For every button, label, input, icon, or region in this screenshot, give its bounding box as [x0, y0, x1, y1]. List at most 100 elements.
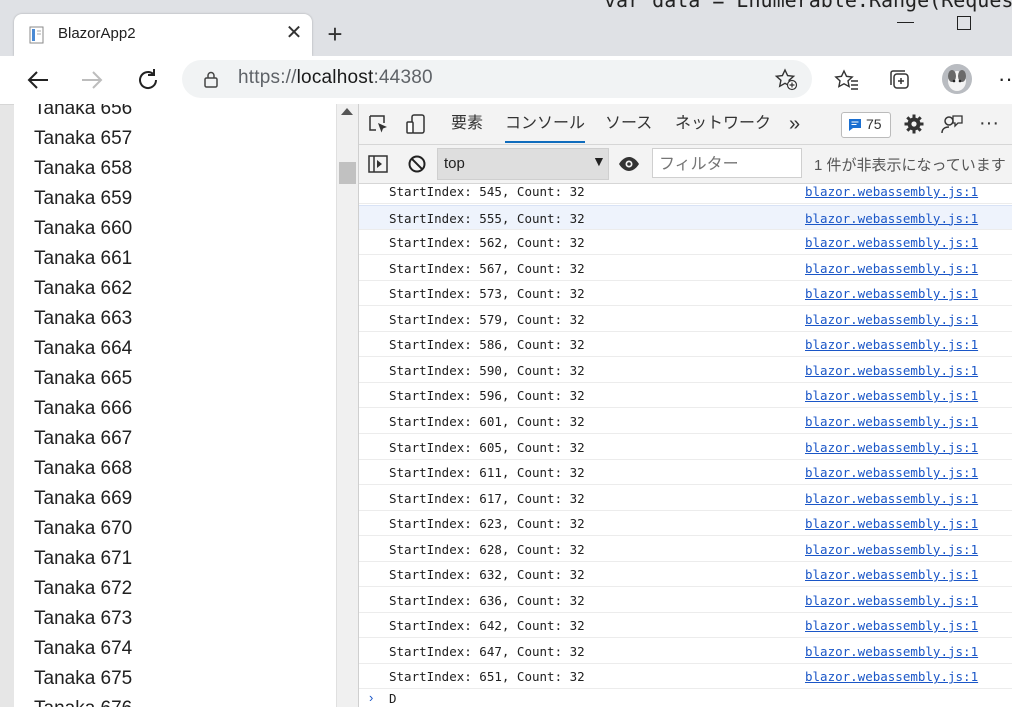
list-item: Tanaka 660	[34, 218, 133, 239]
log-message: StartIndex: 632, Count: 32	[389, 567, 585, 583]
issues-badge[interactable]: 75	[841, 112, 891, 138]
devtools-menu-icon[interactable]: ···	[979, 112, 999, 135]
console-log-row[interactable]: StartIndex: 601, Count: 32 blazor.webasse…	[359, 409, 1012, 434]
log-source-link[interactable]: blazor.webassembly.js:1	[805, 542, 978, 557]
collections-icon[interactable]	[888, 68, 914, 92]
forward-arrow-icon[interactable]	[76, 64, 108, 96]
list-item: Tanaka 671	[34, 548, 133, 569]
console-log-row[interactable]: StartIndex: 642, Count: 32 blazor.webasse…	[359, 613, 1012, 639]
log-source-link[interactable]: blazor.webassembly.js:1	[805, 440, 978, 455]
console-log-row[interactable]: StartIndex: 562, Count: 32 blazor.webasse…	[359, 230, 1012, 256]
log-source-link[interactable]: blazor.webassembly.js:1	[805, 618, 978, 633]
log-source-link[interactable]: blazor.webassembly.js:1	[805, 669, 978, 684]
console-log-row[interactable]: StartIndex: 545, Count: 32 blazor.webasse…	[359, 184, 1012, 204]
log-source-link[interactable]: blazor.webassembly.js:1	[805, 211, 978, 226]
console-log-row[interactable]: StartIndex: 596, Count: 32 blazor.webasse…	[359, 383, 1012, 409]
devtools-tab-bar: 要素 コンソール ソース ネットワーク » 75 ···	[359, 104, 1012, 145]
tab-network[interactable]: ネットワーク	[675, 104, 771, 144]
scroll-up-arrow-icon[interactable]	[341, 108, 353, 115]
log-source-link[interactable]: blazor.webassembly.js:1	[805, 184, 978, 199]
live-expression-eye-icon[interactable]	[617, 153, 641, 175]
clear-console-icon[interactable]	[406, 153, 428, 175]
log-source-link[interactable]: blazor.webassembly.js:1	[805, 465, 978, 480]
console-log-row[interactable]: StartIndex: 628, Count: 32 blazor.webasse…	[359, 537, 1012, 562]
list-item: Tanaka 665	[34, 368, 133, 389]
log-source-link[interactable]: blazor.webassembly.js:1	[805, 414, 978, 429]
inspect-element-icon[interactable]	[367, 113, 389, 135]
list-item: Tanaka 662	[34, 278, 133, 299]
device-emulation-icon[interactable]	[405, 113, 427, 135]
close-icon[interactable]: ✕	[282, 20, 306, 46]
tab-title: BlazorApp2	[58, 25, 136, 42]
log-source-link[interactable]: blazor.webassembly.js:1	[805, 593, 978, 608]
filter-input[interactable]	[652, 148, 802, 178]
sidebar-toggle-icon[interactable]	[367, 153, 389, 175]
list-item: Tanaka 669	[34, 488, 133, 509]
log-source-link[interactable]: blazor.webassembly.js:1	[805, 388, 978, 403]
settings-gear-icon[interactable]	[903, 113, 925, 135]
console-log-row[interactable]: StartIndex: 611, Count: 32 blazor.webasse…	[359, 460, 1012, 486]
log-source-link[interactable]: blazor.webassembly.js:1	[805, 491, 978, 506]
console-log-row[interactable]: StartIndex: 617, Count: 32 blazor.webasse…	[359, 486, 1012, 511]
console-log-row[interactable]: StartIndex: 567, Count: 32 blazor.webasse…	[359, 256, 1012, 281]
tab-sources[interactable]: ソース	[605, 104, 652, 144]
log-source-link[interactable]: blazor.webassembly.js:1	[805, 567, 978, 582]
log-source-link[interactable]: blazor.webassembly.js:1	[805, 644, 978, 659]
url-text: https://localhost:44380	[238, 67, 433, 88]
log-source-link[interactable]: blazor.webassembly.js:1	[805, 312, 978, 327]
more-tabs-button[interactable]: »	[789, 104, 800, 144]
log-message: StartIndex: 596, Count: 32	[389, 388, 585, 404]
hidden-messages-text: 1 件が非表示になっています	[814, 157, 1006, 174]
console-log-row[interactable]: StartIndex: 632, Count: 32 blazor.webasse…	[359, 562, 1012, 588]
list-item: Tanaka 676	[34, 698, 132, 707]
page-scrollbar[interactable]	[336, 104, 359, 707]
console-log-row[interactable]: StartIndex: 623, Count: 32 blazor.webasse…	[359, 511, 1012, 537]
log-message: StartIndex: 555, Count: 32	[389, 210, 585, 226]
log-source-link[interactable]: blazor.webassembly.js:1	[805, 286, 978, 301]
scroll-thumb[interactable]	[339, 162, 356, 184]
log-message: StartIndex: 617, Count: 32	[389, 490, 585, 506]
console-log-row[interactable]: StartIndex: 573, Count: 32 blazor.webasse…	[359, 281, 1012, 307]
new-tab-button[interactable]: +	[322, 20, 348, 48]
avatar[interactable]	[942, 64, 972, 94]
feedback-icon[interactable]	[941, 113, 963, 135]
minimize-button[interactable]	[894, 4, 918, 32]
more-menu-icon[interactable]: ··	[998, 66, 1012, 92]
log-source-link[interactable]: blazor.webassembly.js:1	[805, 516, 978, 531]
log-message: StartIndex: 590, Count: 32	[389, 362, 585, 378]
console-log-row[interactable]: StartIndex: 651, Count: 32 blazor.webasse…	[359, 664, 1012, 689]
list-item: Tanaka 674	[34, 638, 133, 659]
console-toolbar: top ▼ 1 件が非表示になっています	[359, 145, 1012, 184]
console-log-row[interactable]: StartIndex: 586, Count: 32 blazor.webasse…	[359, 332, 1012, 358]
log-source-link[interactable]: blazor.webassembly.js:1	[805, 261, 978, 276]
list-item: Tanaka 670	[34, 518, 133, 539]
log-message: StartIndex: 586, Count: 32	[389, 337, 585, 353]
log-message: StartIndex: 562, Count: 32	[389, 235, 585, 251]
lock-icon[interactable]	[202, 70, 220, 88]
log-message: StartIndex: 567, Count: 32	[389, 260, 585, 276]
maximize-button[interactable]	[957, 16, 971, 30]
add-favorite-icon[interactable]	[774, 67, 798, 91]
context-select[interactable]: top ▼	[437, 148, 609, 180]
browser-toolbar: https://localhost:44380 ··	[0, 56, 1012, 105]
log-source-link[interactable]: blazor.webassembly.js:1	[805, 363, 978, 378]
browser-tab[interactable]: BlazorApp2 ✕	[14, 14, 312, 56]
back-arrow-icon[interactable]	[22, 64, 54, 96]
log-source-link[interactable]: blazor.webassembly.js:1	[805, 235, 978, 250]
console-log-row[interactable]: StartIndex: 605, Count: 32 blazor.webasse…	[359, 435, 1012, 460]
console-log-row[interactable]: StartIndex: 555, Count: 32 blazor.webasse…	[359, 204, 1012, 230]
favorites-icon[interactable]	[834, 68, 860, 92]
console-log-row[interactable]: StartIndex: 647, Count: 32 blazor.webasse…	[359, 639, 1012, 664]
console-log-row[interactable]: StartIndex: 579, Count: 32 blazor.webasse…	[359, 307, 1012, 332]
tab-console[interactable]: コンソール	[505, 104, 586, 143]
list-item: Tanaka 656	[34, 104, 133, 119]
console-log-row[interactable]: StartIndex: 636, Count: 32 blazor.webasse…	[359, 588, 1012, 613]
title-bar: var data = Enumerable.Range(Request Blaz…	[0, 0, 1012, 56]
log-source-link[interactable]: blazor.webassembly.js:1	[805, 337, 978, 352]
list-item: Tanaka 659	[34, 188, 133, 209]
console-prompt[interactable]: › D	[359, 689, 1012, 707]
console-log-row[interactable]: StartIndex: 590, Count: 32 blazor.webasse…	[359, 358, 1012, 383]
refresh-icon[interactable]	[132, 64, 164, 96]
tab-elements[interactable]: 要素	[451, 104, 483, 144]
address-bar[interactable]: https://localhost:44380	[182, 60, 812, 98]
